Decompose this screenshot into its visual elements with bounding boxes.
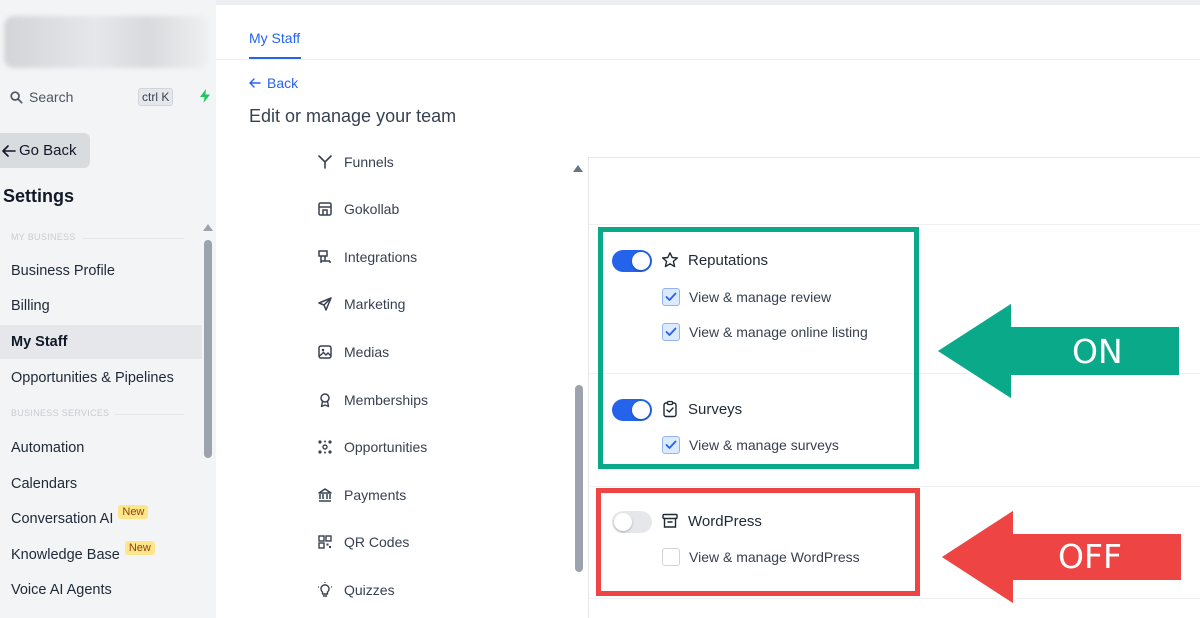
module-item-gokollab[interactable]: Gokollab	[317, 197, 399, 221]
panel-divider	[589, 224, 1200, 225]
sidebar-item-label: Voice AI Agents	[11, 582, 112, 598]
sidebar-item-voice-ai-agents[interactable]: Voice AI Agents	[0, 573, 202, 607]
module-item-marketing[interactable]: Marketing	[317, 292, 405, 316]
module-label: Quizzes	[344, 582, 395, 598]
sidebar-item-automation[interactable]: Automation	[0, 431, 202, 465]
bulb-icon	[318, 582, 332, 597]
module-item-funnels[interactable]: Funnels	[317, 150, 394, 174]
sidebar-item-opportunities-pipelines[interactable]: Opportunities & Pipelines	[0, 361, 202, 395]
bank-icon	[318, 488, 332, 502]
opportunities-icon	[318, 440, 332, 454]
tab-my-staff[interactable]: My Staff	[249, 30, 300, 46]
arrow-left-icon	[249, 78, 261, 88]
page-title: Edit or manage your team	[249, 106, 457, 126]
module-label: Gokollab	[344, 201, 400, 217]
module-list: Funnels Gokollab Integrations Marketing …	[300, 140, 560, 618]
section-divider	[114, 414, 184, 415]
sidebar-item-label: Calendars	[11, 476, 78, 492]
sidebar: Search ctrl K Go Back Settings MY BUSINE…	[0, 0, 216, 618]
module-item-memberships[interactable]: Memberships	[317, 388, 428, 412]
integrations-icon	[318, 250, 331, 263]
search-shortcut-badge: ctrl K	[138, 88, 174, 106]
sidebar-item-knowledge-base[interactable]: Knowledge Base New	[0, 538, 202, 572]
blurred-account-logo[interactable]	[4, 16, 208, 68]
on-arrow-annotation	[934, 300, 1181, 402]
module-label: Opportunities	[344, 439, 428, 455]
sidebar-item-my-staff[interactable]: My Staff	[0, 325, 202, 359]
module-label: Medias	[344, 344, 390, 360]
sidebar-scroll-up-arrow[interactable]	[203, 224, 213, 231]
module-list-scrollbar[interactable]	[575, 385, 583, 572]
module-item-opportunities[interactable]: Opportunities	[317, 435, 427, 459]
module-item-quizzes[interactable]: Quizzes	[317, 578, 395, 602]
qr-code-icon	[318, 535, 332, 549]
search-icon	[10, 90, 23, 104]
module-label: Payments	[344, 487, 407, 503]
app-root: Search ctrl K Go Back Settings MY BUSINE…	[0, 0, 1200, 618]
sidebar-item-label: Conversation AI	[11, 511, 114, 527]
module-item-qr-codes[interactable]: QR Codes	[317, 530, 409, 554]
sidebar-item-label: Billing	[11, 298, 50, 314]
on-arrow-label: ON	[1072, 332, 1123, 371]
search-bar[interactable]: Search ctrl K	[2, 84, 210, 110]
search-label: Search	[29, 89, 74, 105]
new-badge: New	[124, 541, 155, 555]
module-item-payments[interactable]: Payments	[317, 483, 406, 507]
back-label: Back	[267, 75, 299, 91]
sidebar-item-label: Opportunities & Pipelines	[11, 370, 174, 386]
module-label: Memberships	[344, 392, 429, 408]
storefront-icon	[318, 202, 332, 216]
section-heading-my-business: MY BUSINESS	[11, 232, 76, 242]
module-item-integrations[interactable]: Integrations	[317, 245, 417, 269]
settings-heading: Settings	[3, 186, 75, 206]
section-divider	[82, 238, 184, 239]
on-arrow-shape	[934, 300, 1181, 402]
module-label: QR Codes	[344, 534, 410, 550]
module-label: Marketing	[344, 296, 406, 312]
module-label: Integrations	[344, 249, 418, 265]
image-icon	[318, 345, 332, 359]
funnel-icon	[318, 155, 332, 169]
new-badge: New	[118, 505, 149, 519]
section-heading-business-services: BUSINESS SERVICES	[11, 408, 110, 418]
sidebar-scrollbar[interactable]	[204, 240, 212, 458]
module-list-scroll-up-arrow[interactable]	[573, 165, 583, 172]
module-item-medias[interactable]: Medias	[317, 340, 389, 364]
award-icon	[320, 393, 330, 408]
sidebar-item-label: My Staff	[11, 334, 68, 350]
sidebar-item-label: Knowledge Base	[11, 547, 120, 563]
module-label: Funnels	[344, 154, 394, 170]
go-back-label: Go Back	[19, 142, 77, 159]
tab-divider	[216, 59, 1200, 60]
go-back-button[interactable]: Go Back	[0, 133, 90, 168]
sidebar-item-label: Automation	[11, 440, 85, 456]
sidebar-item-calendars[interactable]: Calendars	[0, 467, 202, 501]
top-bar	[216, 0, 1200, 5]
sidebar-item-billing[interactable]: Billing	[0, 289, 202, 323]
send-icon	[318, 297, 332, 311]
on-highlight-box	[598, 227, 919, 469]
arrow-left-icon	[2, 144, 16, 157]
off-arrow-label: OFF	[1058, 537, 1122, 576]
sidebar-item-business-profile[interactable]: Business Profile	[0, 254, 202, 288]
sidebar-item-conversation-ai[interactable]: Conversation AI New	[0, 502, 202, 536]
sidebar-item-label: Business Profile	[11, 263, 115, 279]
back-link[interactable]: Back	[249, 75, 298, 91]
panel-divider	[589, 486, 1200, 487]
off-highlight-box	[596, 488, 920, 596]
lightning-bolt-icon[interactable]	[198, 88, 212, 104]
